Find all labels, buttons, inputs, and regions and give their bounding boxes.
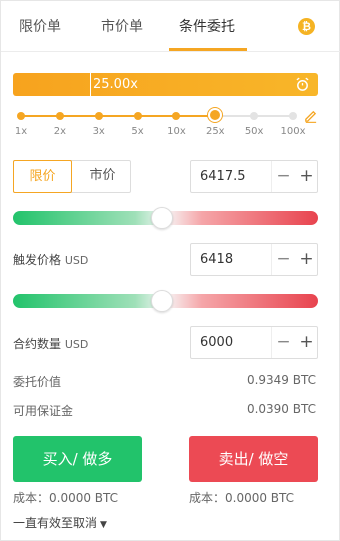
limit-price-button[interactable]: 限价 [13,160,72,193]
order-value: 0.9349 BTC [246,373,316,387]
leverage-tick-dot[interactable] [289,112,297,120]
available-margin: 0.0390 BTC [246,402,316,416]
leverage-tick-dot[interactable] [94,112,103,120]
market-price-button[interactable]: 市价 [73,160,132,193]
leverage-tick-dot[interactable] [17,112,25,120]
edit-icon[interactable] [303,108,318,123]
order-tabs: 限价单 市价单 条件委托 ₿ [1,1,340,52]
alarm-icon[interactable] [295,77,310,92]
leverage-tick-dot[interactable] [172,112,181,120]
price-type-toggle: 限价 市价 [13,160,131,193]
leverage-tick-label: 100x [280,126,306,137]
leverage-slider-handle[interactable] [208,108,223,122]
active-tab-indicator [169,48,247,51]
bitcoin-icon[interactable]: ₿ [298,18,315,35]
sell-short-button[interactable]: 卖出/ 做空 [189,436,318,482]
price-decrease-button[interactable]: − [272,161,295,192]
trigger-price-stepper[interactable]: 6418 − + [190,243,318,276]
leverage-tick-dot[interactable] [55,112,64,120]
price-increase-button[interactable]: + [295,161,318,192]
leverage-tick-label: 25x [205,126,225,137]
price-ratio-slider-handle[interactable] [151,207,174,229]
sell-cost: 成本：0.0000 BTC [189,491,295,505]
quantity-stepper[interactable]: 6000 − + [190,326,318,359]
trigger-decrease-button[interactable]: − [272,244,295,275]
validity-dropdown[interactable]: 一直有效至取消 ▼ [13,514,107,531]
quantity-input[interactable]: 6000 [200,335,233,350]
quantity-unit: USD [64,338,89,351]
chevron-down-icon: ▼ [100,520,107,530]
leverage-value: 25.00x [93,77,138,92]
validity-label: 一直有效至取消 [13,516,98,530]
leverage-tick-dot[interactable] [133,112,142,120]
order-panel: 限价单 市价单 条件委托 ₿ 25.00x 1x 2x 3x 5x 10x 25x 50x 1… [0,0,340,541]
leverage-slider-fill [21,115,216,117]
trigger-ratio-slider-handle[interactable] [151,290,174,312]
trigger-price-unit: USD [64,254,89,267]
quantity-increase-button[interactable]: + [295,327,318,358]
tab-conditional-order[interactable]: 条件委托 [179,16,235,36]
leverage-bar: 25.00x [13,73,318,96]
trigger-price-label: 触发价格 USD [13,251,88,268]
price-stepper[interactable]: 6417.5 − + [190,160,318,193]
trigger-increase-button[interactable]: + [295,244,318,275]
tab-limit-order[interactable]: 限价单 [19,16,61,36]
buy-cost: 成本：0.0000 BTC [13,491,119,505]
leverage-divider [90,73,91,96]
leverage-tick-label: 1x [14,126,28,137]
price-input[interactable]: 6417.5 [200,169,246,184]
quantity-label: 合约数量 USD [13,335,88,352]
leverage-tick-label: 2x [53,126,66,137]
leverage-tick-dot[interactable] [250,112,259,120]
leverage-tick-label: 10x [167,126,186,137]
leverage-tick-label: 5x [131,126,144,137]
quantity-label-text: 合约数量 [13,337,62,351]
trigger-price-label-text: 触发价格 [13,253,62,267]
buy-long-button[interactable]: 买入/ 做多 [13,436,142,482]
quantity-decrease-button[interactable]: − [272,327,295,358]
available-margin-label: 可用保证金 [13,404,74,418]
trigger-price-input[interactable]: 6418 [200,252,233,267]
order-value-label: 委托价值 [13,375,62,389]
leverage-tick-label: 50x [244,126,264,137]
leverage-tick-label: 3x [92,126,105,137]
tab-market-order[interactable]: 市价单 [101,16,143,36]
